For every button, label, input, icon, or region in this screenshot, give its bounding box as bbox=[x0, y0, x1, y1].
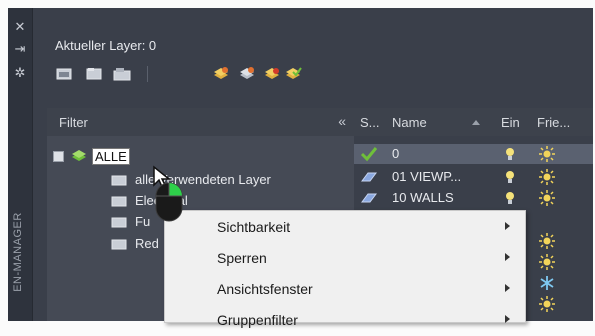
bulb-on-icon[interactable] bbox=[504, 146, 516, 162]
menu-item-lock[interactable]: Sperren bbox=[165, 244, 525, 274]
pin-icon[interactable]: ⇥ bbox=[13, 42, 27, 56]
tree-item-label: Fu bbox=[135, 214, 151, 229]
context-menu: Sichtbarkeit Sperren Ansichtsfenster Gru… bbox=[164, 210, 526, 328]
submenu-arrow-icon bbox=[505, 284, 510, 292]
current-layer-check-icon bbox=[360, 147, 378, 162]
tree-item-label: Red bbox=[135, 236, 159, 251]
close-icon[interactable]: ✕ bbox=[13, 20, 27, 34]
toolbar-separator bbox=[147, 66, 148, 82]
palette-title[interactable]: EN-MANAGER bbox=[12, 200, 28, 304]
filter-folder-icon bbox=[111, 175, 127, 186]
new-group-filter-icon[interactable] bbox=[85, 66, 103, 82]
layer-status-icon bbox=[361, 193, 377, 203]
collapse-filter-button[interactable]: « bbox=[338, 113, 346, 129]
submenu-arrow-icon bbox=[505, 222, 510, 230]
menu-item-label: Sperren bbox=[217, 250, 267, 266]
column-on[interactable]: Ein bbox=[501, 115, 520, 130]
submenu-arrow-icon bbox=[505, 253, 510, 261]
grid-header: S... Name Ein Frie... bbox=[354, 108, 593, 136]
sun-thawed-icon[interactable] bbox=[539, 254, 555, 270]
mouse-right-click-icon bbox=[153, 165, 183, 222]
menu-item-visibility[interactable]: Sichtbarkeit bbox=[165, 213, 525, 243]
palette-sidebar: ✕ ⇥ ✲ EN-MANAGER bbox=[8, 8, 33, 321]
layer-row[interactable]: 01 VIEWP... bbox=[354, 167, 593, 187]
layer-states-manager-icon[interactable] bbox=[111, 66, 135, 82]
sun-thawed-icon[interactable] bbox=[539, 296, 555, 312]
set-current-icon[interactable] bbox=[284, 66, 302, 82]
filter-folder-icon bbox=[111, 217, 127, 228]
snowflake-frozen-icon[interactable] bbox=[539, 275, 555, 291]
filter-label: Filter bbox=[59, 115, 88, 130]
menu-item-group-filter[interactable]: Gruppenfilter bbox=[165, 306, 525, 336]
settings-icon[interactable]: ✲ bbox=[13, 66, 27, 80]
filter-all-icon bbox=[72, 150, 86, 161]
menu-item-label: Sichtbarkeit bbox=[217, 219, 291, 235]
layer-name: 0 bbox=[392, 146, 400, 161]
column-status[interactable]: S... bbox=[360, 115, 380, 130]
menu-item-viewport[interactable]: Ansichtsfenster bbox=[165, 275, 525, 305]
new-layer-icon[interactable] bbox=[212, 66, 230, 82]
filter-folder-icon bbox=[111, 239, 127, 250]
bulb-on-icon[interactable] bbox=[504, 169, 516, 185]
sun-thawed-icon[interactable] bbox=[539, 233, 555, 249]
new-property-filter-icon[interactable] bbox=[55, 66, 73, 82]
bulb-on-icon[interactable] bbox=[504, 190, 516, 206]
filter-folder-icon bbox=[111, 196, 127, 207]
sort-ascending-icon bbox=[472, 120, 480, 125]
submenu-arrow-icon bbox=[505, 315, 510, 323]
sun-thawed-icon[interactable] bbox=[539, 169, 555, 185]
menu-item-label: Gruppenfilter bbox=[217, 312, 298, 328]
layer-row[interactable]: 10 WALLS bbox=[354, 188, 593, 208]
new-layer-vp-frozen-icon[interactable] bbox=[238, 66, 256, 82]
layer-name: 10 WALLS bbox=[392, 190, 454, 205]
sun-thawed-icon[interactable] bbox=[539, 190, 555, 206]
layer-row[interactable]: 0 bbox=[354, 144, 593, 164]
sun-thawed-icon[interactable] bbox=[539, 146, 555, 162]
column-freeze[interactable]: Frie... bbox=[537, 115, 570, 130]
tree-item-label: ALLE bbox=[92, 148, 130, 165]
delete-layer-icon[interactable] bbox=[263, 66, 281, 82]
layer-name: 01 VIEWP... bbox=[392, 169, 462, 184]
layer-status-icon bbox=[361, 172, 377, 182]
tree-collapse-icon[interactable] bbox=[53, 151, 64, 162]
column-name[interactable]: Name bbox=[392, 115, 427, 130]
current-layer-label: Aktueller Layer: 0 bbox=[55, 38, 157, 53]
filter-header: Filter « bbox=[47, 108, 354, 136]
menu-item-label: Ansichtsfenster bbox=[217, 281, 313, 297]
